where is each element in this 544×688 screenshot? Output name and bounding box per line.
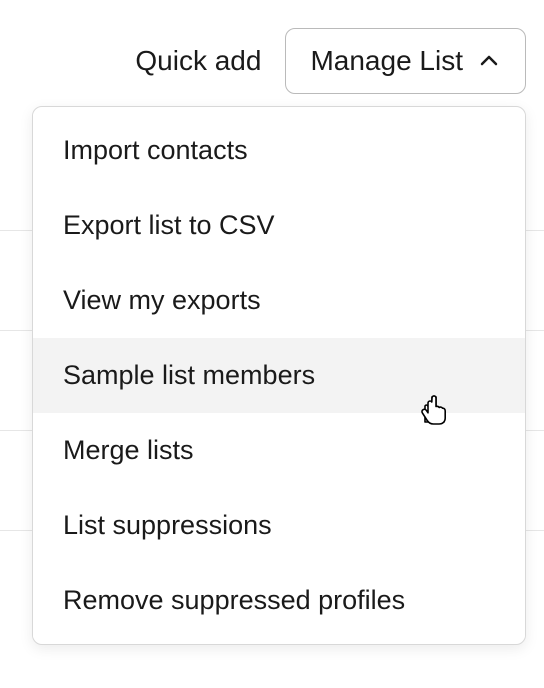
list-toolbar: Quick add Manage List: [135, 28, 526, 94]
menu-item-import-contacts[interactable]: Import contacts: [33, 113, 525, 188]
menu-item-sample-members[interactable]: Sample list members: [33, 338, 525, 413]
manage-list-dropdown-menu: Import contacts Export list to CSV View …: [32, 106, 526, 645]
manage-list-dropdown-button[interactable]: Manage List: [285, 28, 526, 94]
menu-item-view-exports[interactable]: View my exports: [33, 263, 525, 338]
menu-item-export-csv[interactable]: Export list to CSV: [33, 188, 525, 263]
quick-add-button[interactable]: Quick add: [135, 45, 261, 77]
menu-item-merge-lists[interactable]: Merge lists: [33, 413, 525, 488]
manage-list-label: Manage List: [310, 45, 463, 77]
menu-item-remove-suppressed[interactable]: Remove suppressed profiles: [33, 563, 525, 638]
menu-item-list-suppressions[interactable]: List suppressions: [33, 488, 525, 563]
chevron-up-icon: [477, 49, 501, 73]
